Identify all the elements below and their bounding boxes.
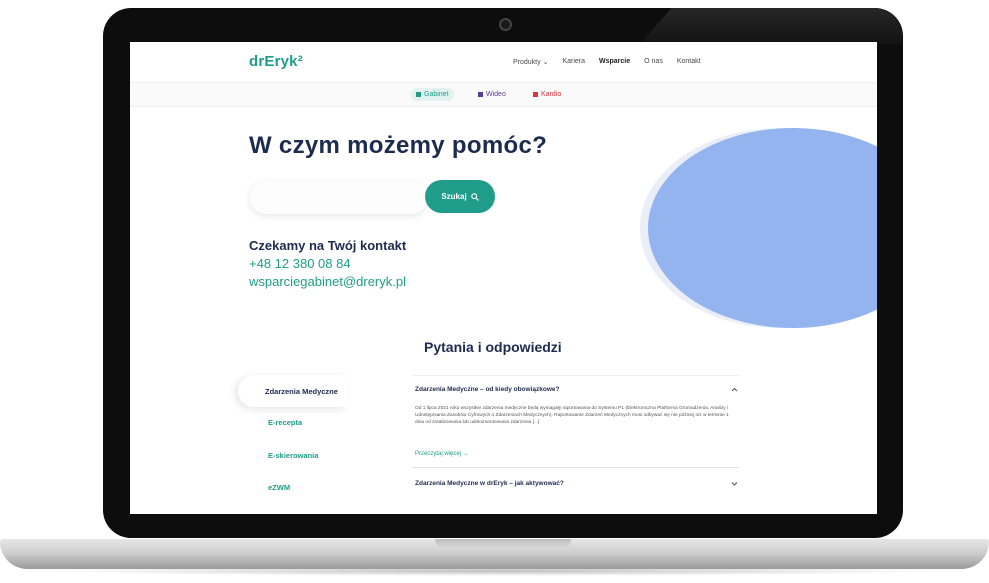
faq-category-e-recepta[interactable]: E-recepta <box>268 418 302 427</box>
nav-wsparcie[interactable]: Wsparcie <box>599 58 630 66</box>
wideo-square-icon <box>478 92 483 97</box>
search-button[interactable]: Szukaj <box>425 180 495 213</box>
gabinet-square-icon <box>416 92 421 97</box>
webcam <box>499 18 512 31</box>
faq-question-1[interactable]: Zdarzenia Medyczne – od kiedy obowiązkow… <box>415 386 559 393</box>
search-input[interactable] <box>250 181 428 214</box>
kardio-square-icon <box>533 92 538 97</box>
chevron-up-icon[interactable] <box>731 387 738 392</box>
product-tab-label: Gabinet <box>424 91 449 98</box>
read-more-link[interactable]: Przeczytaj więcej → <box>415 451 469 457</box>
search-button-label: Szukaj <box>441 192 467 201</box>
faq-category-zdarzenia-medyczne[interactable]: Zdarzenia Medyczne <box>265 387 338 396</box>
faq-divider <box>412 467 739 468</box>
page-title: W czym możemy pomóc? <box>249 132 548 159</box>
main-nav: Produkty ⌄ Kariera Wsparcie O nas Kontak… <box>513 58 715 66</box>
product-tab-gabinet[interactable]: Gabinet <box>411 88 454 101</box>
laptop-base-notch <box>435 539 571 549</box>
nav-produkty[interactable]: Produkty ⌄ <box>513 58 548 66</box>
nav-kariera[interactable]: Kariera <box>562 58 585 66</box>
faq-heading: Pytania i odpowiedzi <box>424 339 562 355</box>
product-switcher: Gabinet Wideo Kardio <box>130 83 877 107</box>
faq-category-ezwm[interactable]: eZWM <box>268 483 290 492</box>
top-navbar: drEryk² Produkty ⌄ Kariera Wsparcie O na… <box>130 42 877 83</box>
nav-o-nas[interactable]: O nas <box>644 58 663 66</box>
product-tab-kardio[interactable]: Kardio <box>528 88 566 101</box>
product-tab-wideo[interactable]: Wideo <box>473 88 511 101</box>
site-logo[interactable]: drEryk² <box>249 53 303 70</box>
contact-email[interactable]: wsparciegabinet@dreryk.pl <box>249 274 406 289</box>
product-tab-label: Kardio <box>541 91 562 98</box>
search-icon <box>470 192 479 201</box>
faq-answer-1: Od 1 lipca 2021 roku wszystkie zdarzenia… <box>415 406 729 425</box>
product-tab-label: Wideo <box>486 91 506 98</box>
contact-phone[interactable]: +48 12 380 08 84 <box>249 256 351 271</box>
faq-divider <box>412 375 739 376</box>
contact-heading: Czekamy na Twój kontakt <box>249 238 407 253</box>
chevron-down-icon[interactable] <box>731 481 738 486</box>
nav-kontakt[interactable]: Kontakt <box>677 58 701 66</box>
browser-screen: drEryk² Produkty ⌄ Kariera Wsparcie O na… <box>130 42 877 514</box>
faq-category-e-skierowania[interactable]: E-skierowania <box>268 451 318 460</box>
bezel-glare <box>640 8 902 44</box>
faq-question-2[interactable]: Zdarzenia Medyczne w drEryk – jak aktywo… <box>415 480 564 487</box>
